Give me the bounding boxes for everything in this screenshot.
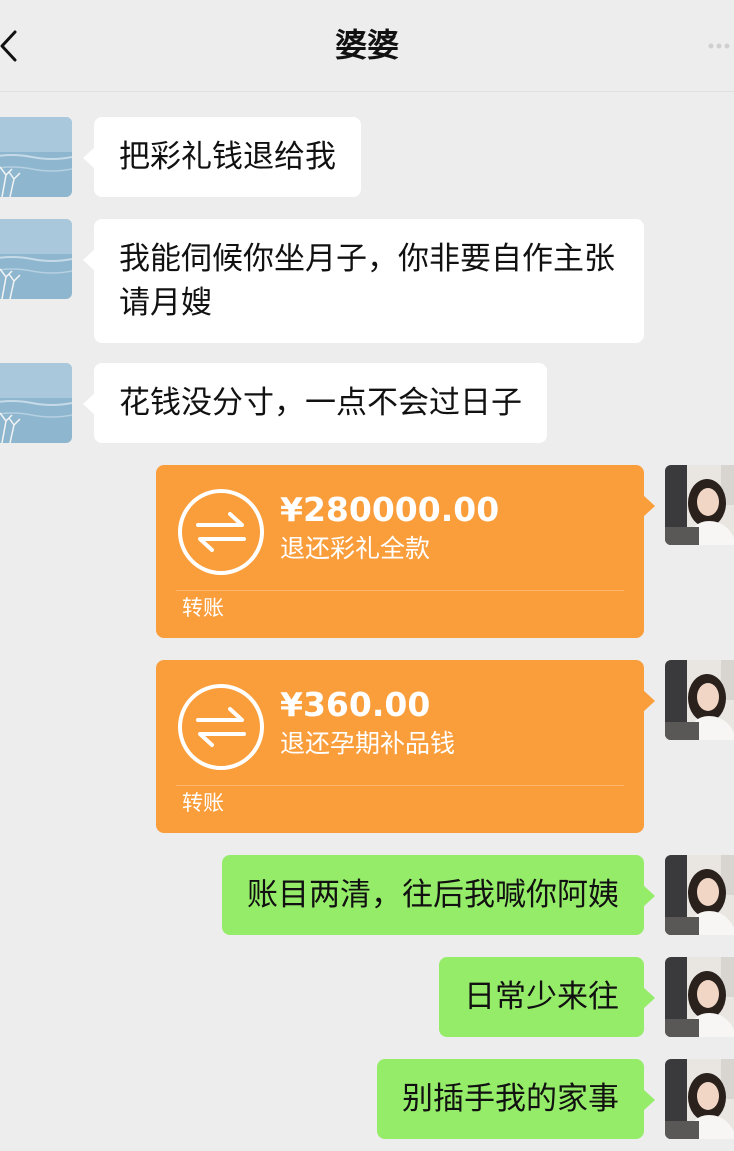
- message-bubble[interactable]: 把彩礼钱退给我: [83, 117, 361, 197]
- transfer-arrows-icon: [176, 682, 266, 772]
- transfer-amount: ¥280000.00: [280, 490, 500, 529]
- message-bubble[interactable]: 账目两清，往后我喊你阿姨: [222, 855, 655, 935]
- user-avatar[interactable]: [665, 855, 734, 935]
- user-avatar[interactable]: [665, 660, 734, 740]
- transfer-amount: ¥360.00: [280, 685, 431, 724]
- lake-landscape-avatar: [0, 219, 72, 299]
- message-bubble[interactable]: 别插手我的家事: [377, 1059, 655, 1139]
- user-avatar[interactable]: [665, 1059, 734, 1139]
- chat-title: 婆婆: [334, 26, 399, 64]
- transfer-divider: [176, 590, 624, 591]
- contact-avatar[interactable]: [0, 219, 72, 299]
- transfer-card[interactable]: ¥280000.00 退还彩礼全款 转账: [156, 465, 655, 638]
- transfer-note: 退还彩礼全款: [280, 534, 431, 563]
- user-avatar[interactable]: [665, 957, 734, 1037]
- contact-avatar[interactable]: [0, 363, 72, 443]
- message-bubble[interactable]: 日常少来往: [439, 957, 655, 1037]
- woman-portrait-avatar: [665, 855, 734, 935]
- woman-portrait-avatar: [665, 1059, 734, 1139]
- more-icon: [708, 43, 730, 49]
- message-text: 花钱没分寸，一点不会过日子: [119, 385, 522, 421]
- chat-page: 婆婆 把彩礼钱退给我 我能伺候你坐月子，你非要自作主张请月嫂 花钱没分寸，一点不…: [0, 0, 734, 1151]
- woman-portrait-avatar: [665, 465, 734, 545]
- woman-portrait-avatar: [665, 957, 734, 1037]
- lake-landscape-avatar: [0, 363, 72, 443]
- message-bubble[interactable]: 我能伺候你坐月子，你非要自作主张请月嫂: [83, 219, 644, 343]
- woman-portrait-avatar: [665, 660, 734, 740]
- transfer-label: 转账: [182, 791, 224, 815]
- message-text: 我能伺候你坐月子，你非要自作主张请月嫂: [119, 241, 615, 321]
- lake-landscape-avatar: [0, 117, 72, 197]
- transfer-divider: [176, 785, 624, 786]
- user-avatar[interactable]: [665, 465, 734, 545]
- more-button[interactable]: [706, 36, 732, 56]
- message-text: 日常少来往: [464, 979, 619, 1015]
- transfer-label: 转账: [182, 596, 224, 620]
- message-text: 别插手我的家事: [402, 1081, 619, 1117]
- message-bubble[interactable]: 花钱没分寸，一点不会过日子: [83, 363, 547, 443]
- contact-avatar[interactable]: [0, 117, 72, 197]
- transfer-arrows-icon: [176, 487, 266, 577]
- chat-header: 婆婆: [0, 0, 734, 92]
- transfer-card[interactable]: ¥360.00 退还孕期补品钱 转账: [156, 660, 655, 833]
- message-text: 账目两清，往后我喊你阿姨: [247, 877, 619, 913]
- message-text: 把彩礼钱退给我: [119, 139, 336, 175]
- transfer-note: 退还孕期补品钱: [280, 729, 456, 758]
